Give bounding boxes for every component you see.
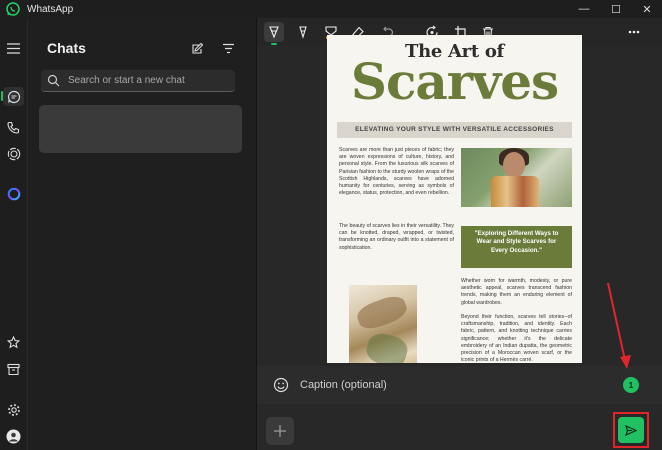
starred-icon[interactable] — [5, 334, 22, 351]
menu-icon[interactable] — [5, 40, 22, 57]
article-paragraph-3: Whether worn for warmth, modesty, or pur… — [461, 278, 572, 306]
active-tab-indicator — [1, 91, 3, 101]
send-button[interactable] — [618, 417, 644, 443]
new-chat-icon — [191, 42, 203, 54]
add-media-button[interactable] — [266, 417, 294, 445]
search-input[interactable]: Search or start a new chat — [41, 70, 235, 92]
navigation-rail — [0, 18, 27, 450]
magazine-main-title: Scarves — [350, 52, 559, 111]
calls-icon[interactable] — [5, 119, 22, 136]
caption-input[interactable]: Caption (optional) — [300, 379, 387, 391]
article-paragraph-2: The beauty of scarves lies in their vers… — [339, 223, 454, 251]
new-chat-button[interactable] — [189, 40, 205, 56]
send-icon — [625, 424, 637, 436]
media-document-preview: The Art of Scarves ELEVATING YOUR STYLE … — [327, 35, 582, 363]
view-once-label: 1 — [628, 380, 634, 390]
pen-icon — [269, 25, 279, 38]
selected-chat-item[interactable] — [39, 105, 242, 153]
status-icon[interactable] — [5, 145, 22, 162]
send-actions-bar — [257, 404, 662, 450]
plus-icon — [274, 425, 286, 437]
more-options-button[interactable] — [624, 22, 644, 42]
woman-with-scarf-photo — [461, 148, 572, 207]
pen-tool-button[interactable] — [264, 22, 284, 45]
media-preview-pane: The Art of Scarves ELEVATING YOUR STYLE … — [256, 18, 662, 450]
article-paragraph-1: Scarves are more than just pieces of fab… — [339, 147, 454, 197]
emoji-icon[interactable] — [273, 377, 289, 393]
magazine-banner: ELEVATING YOUR STYLE WITH VERSATILE ACCE… — [337, 122, 572, 138]
marker-icon — [299, 25, 307, 39]
whatsapp-window: WhatsApp — ☐ ✕ Chats Search or start a n… — [0, 0, 662, 450]
pull-quote: "Exploring Different Ways to Wear and St… — [461, 226, 572, 268]
close-window-button[interactable]: ✕ — [632, 0, 662, 18]
meta-ai-icon[interactable] — [5, 185, 22, 202]
settings-icon[interactable] — [5, 401, 22, 418]
app-title: WhatsApp — [27, 4, 74, 15]
title-bar: WhatsApp — ☐ ✕ — [0, 0, 662, 18]
maximize-button[interactable]: ☐ — [601, 0, 631, 18]
article-paragraph-4: Beyond their function, scarves tell stor… — [461, 314, 572, 363]
filter-icon — [222, 43, 234, 53]
search-placeholder: Search or start a new chat — [68, 75, 185, 86]
chats-icon[interactable] — [5, 88, 22, 105]
caption-bar: Caption (optional) 1 — [257, 366, 662, 404]
profile-avatar[interactable] — [5, 428, 22, 445]
more-icon — [628, 30, 640, 34]
filter-chats-button[interactable] — [220, 40, 236, 56]
archived-icon[interactable] — [5, 361, 22, 378]
chats-panel: Chats Search or start a new chat — [27, 18, 256, 450]
view-once-button[interactable]: 1 — [623, 377, 639, 393]
scarf-closeup-photo — [349, 285, 417, 363]
search-icon — [47, 74, 60, 87]
marker-tool-button[interactable] — [293, 22, 313, 42]
chats-heading: Chats — [47, 40, 86, 56]
minimize-button[interactable]: — — [569, 0, 599, 18]
send-button-highlight — [613, 412, 649, 448]
whatsapp-logo-icon — [6, 2, 20, 16]
